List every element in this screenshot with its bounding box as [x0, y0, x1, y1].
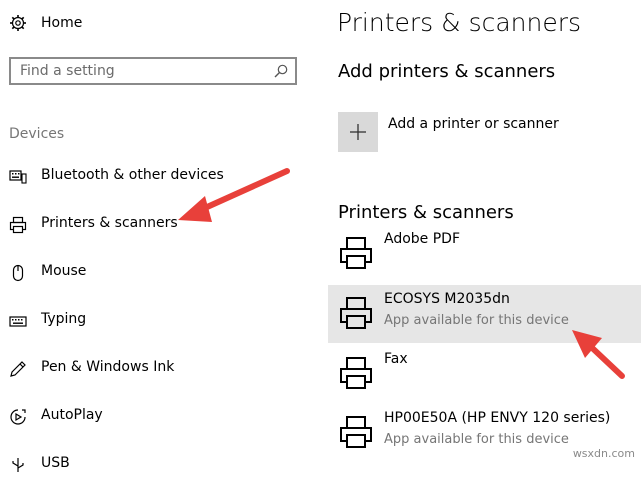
sidebar-item-label: Printers & scanners — [41, 215, 178, 231]
gear-icon — [9, 14, 27, 32]
sidebar-item-label: AutoPlay — [41, 407, 103, 423]
page-title: Printers & scanners — [337, 8, 582, 37]
mouse-icon — [9, 264, 27, 282]
home-label: Home — [41, 15, 83, 31]
printer-status: App available for this device — [384, 432, 569, 447]
printer-name: Fax — [384, 351, 408, 367]
search-box — [9, 57, 297, 85]
sidebar-item-typing[interactable]: Typing — [0, 300, 320, 340]
printer-item-adobe-pdf[interactable]: Adobe PDF — [328, 225, 641, 283]
sidebar-item-label: Bluetooth & other devices — [41, 167, 224, 183]
printer-icon — [9, 216, 27, 234]
home-nav-item[interactable]: Home — [0, 6, 320, 40]
printer-status: App available for this device — [384, 313, 569, 328]
sidebar-item-usb[interactable]: USB — [0, 444, 320, 484]
add-printer-label[interactable]: Add a printer or scanner — [388, 116, 559, 132]
add-printer-button[interactable] — [338, 112, 378, 152]
autoplay-icon — [9, 408, 27, 426]
printer-icon — [338, 235, 374, 271]
printers-list-heading: Printers & scanners — [338, 202, 514, 223]
keyboard-bluetooth-icon — [9, 168, 27, 186]
sidebar-item-label: USB — [41, 455, 70, 471]
sidebar-item-printers[interactable]: Printers & scanners — [0, 204, 320, 244]
sidebar-item-autoplay[interactable]: AutoPlay — [0, 396, 320, 436]
printer-item-ecosys[interactable]: ECOSYS M2035dn App available for this de… — [328, 285, 641, 343]
watermark: wsxdn.com — [572, 447, 635, 460]
devices-section-label: Devices — [9, 126, 65, 142]
sidebar-item-bluetooth[interactable]: Bluetooth & other devices — [0, 156, 320, 196]
add-printers-heading: Add printers & scanners — [338, 61, 556, 82]
sidebar-item-label: Typing — [41, 311, 87, 327]
keyboard-icon — [9, 312, 27, 330]
printer-name: HP00E50A (HP ENVY 120 series) — [384, 410, 611, 426]
printers-main-panel: Printers & scanners Add printers & scann… — [320, 0, 641, 464]
pen-icon — [9, 360, 27, 378]
search-icon[interactable] — [273, 63, 289, 79]
printer-icon — [338, 414, 374, 450]
sidebar-item-mouse[interactable]: Mouse — [0, 252, 320, 292]
plus-icon — [349, 123, 367, 141]
printer-name: Adobe PDF — [384, 231, 461, 247]
printer-name: ECOSYS M2035dn — [384, 291, 510, 307]
search-input[interactable] — [20, 62, 260, 80]
sidebar-item-label: Pen & Windows Ink — [41, 359, 175, 375]
printer-icon — [338, 355, 374, 391]
printer-icon — [338, 295, 374, 331]
usb-icon — [9, 456, 27, 474]
sidebar-item-pen[interactable]: Pen & Windows Ink — [0, 348, 320, 388]
printer-item-fax[interactable]: Fax — [328, 345, 641, 403]
settings-sidebar: Home Devices Bluetooth & other devices — [0, 0, 320, 472]
sidebar-item-label: Mouse — [41, 263, 87, 279]
